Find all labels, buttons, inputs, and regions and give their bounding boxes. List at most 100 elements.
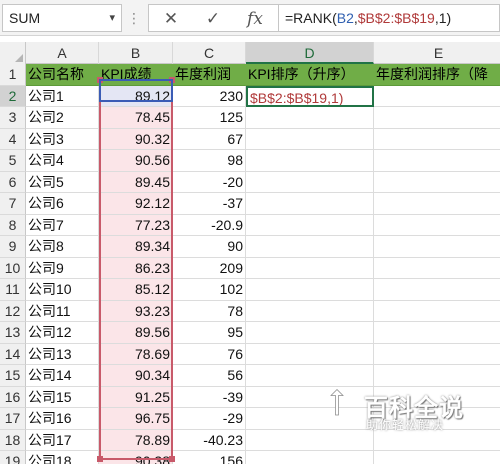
cell-e[interactable]	[374, 451, 500, 464]
cell-d[interactable]	[246, 279, 374, 301]
cell-e[interactable]	[374, 322, 500, 344]
cell-a[interactable]: 公司14	[26, 365, 99, 387]
cell-e[interactable]	[374, 258, 500, 279]
column-header-b[interactable]: B	[99, 42, 173, 64]
cell-e[interactable]	[374, 236, 500, 258]
cell-b[interactable]: 89.45	[99, 171, 173, 193]
cell-a[interactable]: 公司9	[26, 257, 99, 279]
cell-d[interactable]	[246, 193, 374, 215]
cell-e[interactable]	[374, 301, 500, 322]
row-number[interactable]: 2	[0, 85, 26, 107]
cell-c[interactable]: 67	[173, 128, 246, 150]
cell-a[interactable]: 公司7	[26, 214, 99, 236]
cell-b[interactable]: 89.34	[99, 236, 173, 258]
cell-e[interactable]	[374, 150, 500, 172]
cell-a[interactable]: 公司18	[26, 451, 99, 464]
cell-d[interactable]	[246, 300, 374, 322]
cell-d[interactable]	[246, 365, 374, 387]
cell-b[interactable]: 77.23	[99, 214, 173, 236]
select-all-corner[interactable]	[0, 42, 26, 64]
row-number[interactable]: 7	[0, 193, 26, 215]
cell-d[interactable]	[246, 107, 374, 129]
column-header-a[interactable]: A	[26, 42, 99, 64]
cell-e[interactable]	[374, 172, 500, 193]
column-header-c[interactable]: C	[173, 42, 246, 64]
cell-c[interactable]: 90	[173, 236, 246, 258]
header-cell-a[interactable]: 公司名称	[26, 64, 99, 86]
formula-input[interactable]: =RANK(B2,$B$2:$B$19,1)	[278, 4, 500, 32]
cell-b[interactable]: 90.56	[99, 150, 173, 172]
cell-c[interactable]: -39	[173, 386, 246, 408]
cell-d[interactable]	[246, 171, 374, 193]
row-number[interactable]: 1	[0, 64, 26, 86]
cell-a[interactable]: 公司2	[26, 107, 99, 129]
row-number[interactable]: 19	[0, 451, 26, 464]
cell-c[interactable]: -37	[173, 193, 246, 215]
cell-b[interactable]: 91.25	[99, 386, 173, 408]
row-number[interactable]: 4	[0, 128, 26, 150]
active-cell-d2[interactable]: $B$2:$B$19,1)	[246, 85, 374, 107]
cell-c[interactable]: 209	[173, 257, 246, 279]
cell-e[interactable]	[374, 215, 500, 236]
row-number[interactable]: 9	[0, 236, 26, 258]
cell-c[interactable]: 230	[173, 85, 246, 107]
cell-a[interactable]: 公司4	[26, 150, 99, 172]
cell-d[interactable]	[246, 343, 374, 365]
cell-d[interactable]	[246, 322, 374, 344]
cell-c[interactable]: -20.9	[173, 214, 246, 236]
cell-c[interactable]: 125	[173, 107, 246, 129]
row-number[interactable]: 15	[0, 365, 26, 387]
cell-c[interactable]: 76	[173, 343, 246, 365]
cell-e[interactable]	[374, 107, 500, 129]
cell-b[interactable]: 78.89	[99, 429, 173, 451]
cell-c[interactable]: 95	[173, 322, 246, 344]
cell-e[interactable]	[374, 193, 500, 215]
cell-e[interactable]	[374, 86, 500, 107]
cell-e[interactable]	[374, 344, 500, 365]
row-number[interactable]: 16	[0, 386, 26, 408]
cell-a[interactable]: 公司8	[26, 236, 99, 258]
cell-b[interactable]: 78.69	[99, 343, 173, 365]
cell-a[interactable]: 公司3	[26, 128, 99, 150]
row-number[interactable]: 5	[0, 150, 26, 172]
row-number[interactable]: 18	[0, 429, 26, 451]
cell-c[interactable]: -40.23	[173, 429, 246, 451]
enter-icon[interactable]: ✓	[201, 8, 225, 30]
cell-a[interactable]: 公司17	[26, 429, 99, 451]
cell-a[interactable]: 公司12	[26, 322, 99, 344]
cell-b[interactable]: 89.12	[99, 85, 173, 107]
cell-b[interactable]: 96.75	[99, 408, 173, 430]
cell-a[interactable]: 公司6	[26, 193, 99, 215]
cell-d[interactable]	[246, 257, 374, 279]
column-header-e[interactable]: E	[374, 42, 500, 64]
cell-c[interactable]: -20	[173, 171, 246, 193]
insert-function-icon[interactable]: fx	[243, 8, 267, 30]
cell-b[interactable]: 89.56	[99, 322, 173, 344]
cell-b[interactable]: 90.34	[99, 365, 173, 387]
cell-a[interactable]: 公司1	[26, 85, 99, 107]
cell-d[interactable]	[246, 150, 374, 172]
cell-b[interactable]: 90.32	[99, 128, 173, 150]
row-number[interactable]: 17	[0, 408, 26, 430]
row-number[interactable]: 13	[0, 322, 26, 344]
row-number[interactable]: 6	[0, 171, 26, 193]
cell-c[interactable]: 56	[173, 365, 246, 387]
cell-c[interactable]: 98	[173, 150, 246, 172]
cell-c[interactable]: 102	[173, 279, 246, 301]
row-number[interactable]: 11	[0, 279, 26, 301]
cell-a[interactable]: 公司15	[26, 386, 99, 408]
row-number[interactable]: 8	[0, 214, 26, 236]
cell-c[interactable]: -29	[173, 408, 246, 430]
cell-a[interactable]: 公司11	[26, 300, 99, 322]
cell-d[interactable]	[246, 236, 374, 258]
cell-a[interactable]: 公司10	[26, 279, 99, 301]
header-cell-c[interactable]: 年度利润	[173, 64, 246, 86]
cell-d[interactable]	[246, 451, 374, 464]
header-cell-b[interactable]: KPI成绩	[99, 64, 173, 86]
header-cell-d[interactable]: KPI排序（升序）	[246, 64, 374, 86]
cell-a[interactable]: 公司5	[26, 171, 99, 193]
row-number[interactable]: 12	[0, 300, 26, 322]
cell-c[interactable]: 156	[173, 451, 246, 464]
cell-a[interactable]: 公司16	[26, 408, 99, 430]
cell-b[interactable]: 85.12	[99, 279, 173, 301]
